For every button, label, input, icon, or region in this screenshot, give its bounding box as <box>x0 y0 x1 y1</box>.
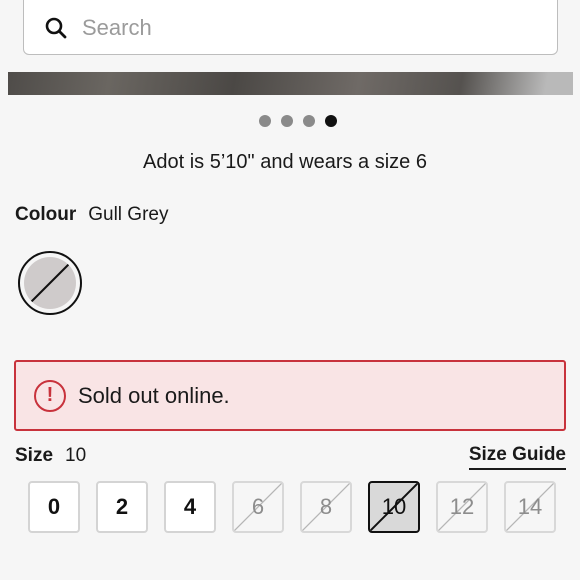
sold-out-alert: ! Sold out online. <box>14 360 566 431</box>
colour-value: Gull Grey <box>88 204 169 225</box>
size-selected-value: 10 <box>65 445 87 466</box>
search-input[interactable]: Search <box>23 0 558 55</box>
model-caption: Adot is 5’10" and wears a size 6 <box>143 151 427 173</box>
search-icon <box>44 16 68 40</box>
carousel-dots[interactable] <box>0 115 580 127</box>
size-option-8[interactable]: 8 <box>300 481 352 533</box>
size-option-label: 2 <box>115 494 129 519</box>
size-option-14[interactable]: 14 <box>504 481 556 533</box>
product-image[interactable] <box>8 72 573 95</box>
size-option-4[interactable]: 4 <box>164 481 216 533</box>
colour-swatch-gull-grey[interactable] <box>18 251 82 315</box>
size-option-label: 10 <box>381 494 407 519</box>
size-option-12[interactable]: 12 <box>436 481 488 533</box>
carousel-dot[interactable] <box>303 115 315 127</box>
colour-label: Colour <box>15 204 77 225</box>
size-label: Size <box>15 445 54 466</box>
search-placeholder: Search <box>82 14 152 40</box>
unavailable-slash-icon <box>27 260 73 306</box>
size-option-label: 12 <box>449 494 475 519</box>
size-guide-link[interactable]: Size Guide <box>468 444 566 470</box>
size-option-2[interactable]: 2 <box>96 481 148 533</box>
size-option-label: 0 <box>47 494 61 519</box>
carousel-dot[interactable] <box>281 115 293 127</box>
size-option-label: 8 <box>319 494 333 519</box>
size-option-label: 14 <box>517 494 543 519</box>
carousel-dot[interactable] <box>325 115 337 127</box>
size-option-10[interactable]: 10 <box>368 481 420 533</box>
alert-text: Sold out online. <box>78 382 230 408</box>
exclamation-circle-icon: ! <box>34 379 66 412</box>
swatch-fill <box>24 257 76 309</box>
carousel-dot[interactable] <box>259 115 271 127</box>
size-row: Size 10 <box>15 445 86 467</box>
size-option-label: 4 <box>183 494 197 519</box>
size-option-label: 6 <box>251 494 265 519</box>
size-option-6[interactable]: 6 <box>232 481 284 533</box>
colour-row: Colour Gull Grey <box>15 204 168 226</box>
size-options: 0 2 4 6 8 10 12 14 <box>28 481 556 533</box>
size-option-0[interactable]: 0 <box>28 481 80 533</box>
